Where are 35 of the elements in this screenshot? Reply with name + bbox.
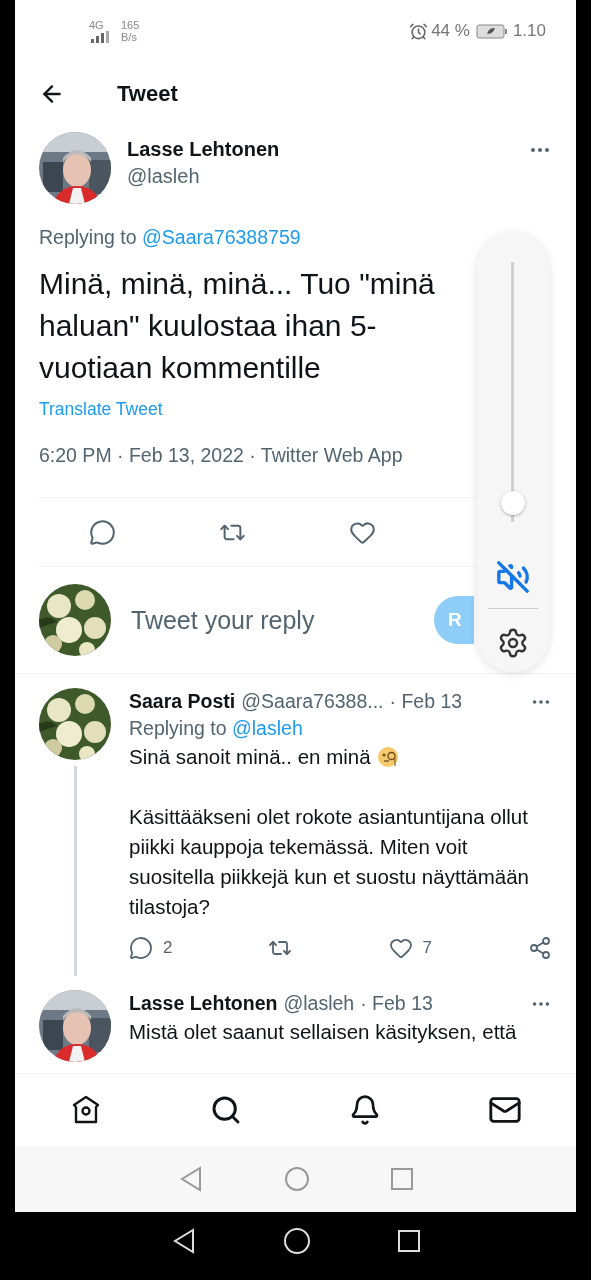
author-name[interactable]: Lasse Lehtonen bbox=[129, 992, 278, 1015]
author-handle[interactable]: @lasleh bbox=[127, 165, 512, 188]
battery-percent: 44 % bbox=[431, 21, 470, 41]
replying-to-text: Replying to @Saara76388759 bbox=[39, 226, 302, 249]
alarm-icon bbox=[409, 21, 429, 41]
page-title: Tweet bbox=[117, 81, 178, 107]
reply-text: Sinä sanoit minä.. en minä bbox=[129, 742, 529, 772]
author-handle[interactable]: @lasleh bbox=[283, 992, 355, 1015]
battery-icon bbox=[475, 23, 508, 39]
network-speed: 165 bbox=[121, 19, 140, 31]
share-icon[interactable] bbox=[528, 936, 552, 960]
reply-icon[interactable] bbox=[129, 936, 153, 960]
tweet-text: Minä, minä, minä... Tuo "minä haluan" kuulostaa ihan 5-vuotiaan kommentille bbox=[39, 266, 436, 386]
reply-date: · Feb 13 bbox=[389, 690, 463, 713]
reply-count: 2 bbox=[163, 938, 173, 958]
like-icon[interactable] bbox=[388, 936, 413, 960]
reply-text: Mistä olet saanut sellaisen käsityksen, että bbox=[129, 1019, 518, 1045]
clock: 1.10 bbox=[512, 21, 546, 41]
monocle-face-icon bbox=[376, 746, 399, 768]
settings-icon[interactable] bbox=[497, 627, 529, 659]
volume-thumb[interactable] bbox=[501, 490, 525, 515]
author-name[interactable]: Lasse Lehtonen bbox=[127, 138, 512, 161]
replying-to-text: Replying to @lasleh bbox=[129, 717, 304, 740]
tweet-meta: 6:20 PM · Feb 13, 2022 · Twitter Web App bbox=[39, 444, 404, 467]
reply-text: Käsittääkseni olet rokote asiantuntijana ollut piikki kauppoja tekemässä. Miten voit suositella piikkejä kun et suostu näyttämään tilastoja? bbox=[129, 804, 529, 920]
network-type: 4G bbox=[89, 19, 105, 31]
reply-input[interactable]: Tweet your reply bbox=[131, 605, 414, 635]
mute-icon[interactable] bbox=[496, 560, 530, 594]
signal-icon bbox=[89, 31, 111, 43]
author-name[interactable]: Saara Posti bbox=[129, 690, 236, 713]
like-count: 7 bbox=[422, 938, 432, 958]
speed-unit: B/s bbox=[121, 31, 138, 43]
reply-icon[interactable] bbox=[89, 518, 116, 546]
author-handle[interactable]: @Saara76388... bbox=[241, 690, 384, 713]
reply-date: · Feb 13 bbox=[360, 992, 433, 1015]
